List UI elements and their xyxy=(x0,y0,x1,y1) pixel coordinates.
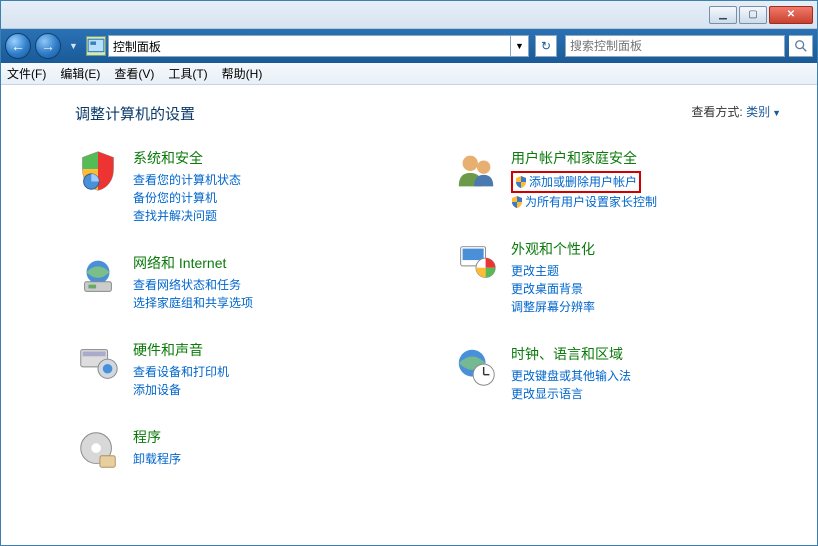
cat-link[interactable]: 添加设备 xyxy=(133,381,229,399)
network-icon xyxy=(75,253,121,299)
address-input[interactable] xyxy=(108,35,511,57)
highlighted-link: 添加或删除用户帐户 xyxy=(511,171,641,193)
shield-icon xyxy=(515,176,527,188)
category-title[interactable]: 用户帐户和家庭安全 xyxy=(511,148,657,168)
minimize-button[interactable] xyxy=(709,6,737,24)
search-button[interactable] xyxy=(789,35,813,57)
category-clock: 时钟、语言和区域 更改键盘或其他输入法 更改显示语言 xyxy=(453,344,791,403)
clock-icon xyxy=(453,344,499,390)
back-button[interactable]: ← xyxy=(5,33,31,59)
cat-link[interactable]: 查找并解决问题 xyxy=(133,207,241,225)
appearance-icon xyxy=(453,239,499,285)
category-title[interactable]: 外观和个性化 xyxy=(511,239,595,259)
category-title[interactable]: 网络和 Internet xyxy=(133,253,253,273)
cat-link[interactable]: 为所有用户设置家长控制 xyxy=(511,193,657,211)
address-bar: ▼ xyxy=(86,34,529,58)
view-mode: 查看方式: 类别▼ xyxy=(691,103,781,120)
cat-link[interactable]: 调整屏幕分辨率 xyxy=(511,298,595,316)
cat-link[interactable]: 更改键盘或其他输入法 xyxy=(511,367,631,385)
cat-link[interactable]: 选择家庭组和共享选项 xyxy=(133,294,253,312)
nav-bar: ← → ▼ ▼ ↻ xyxy=(1,29,817,63)
category-appearance: 外观和个性化 更改主题 更改桌面背景 调整屏幕分辨率 xyxy=(453,239,791,316)
maximize-button[interactable] xyxy=(739,6,767,24)
category-title[interactable]: 程序 xyxy=(133,427,181,447)
category-title[interactable]: 系统和安全 xyxy=(133,148,241,168)
content-pane: 调整计算机的设置 查看方式: 类别▼ 系统和安全 查看您的计算机状态 备份您的计… xyxy=(1,85,817,545)
shield-icon xyxy=(511,195,523,207)
control-panel-icon xyxy=(86,36,106,56)
category-system: 系统和安全 查看您的计算机状态 备份您的计算机 查找并解决问题 xyxy=(75,148,413,225)
view-mode-label: 查看方式: xyxy=(691,105,742,119)
menu-file[interactable]: 文件(F) xyxy=(7,65,46,82)
category-title[interactable]: 硬件和声音 xyxy=(133,340,229,360)
cat-link[interactable]: 查看设备和打印机 xyxy=(133,363,229,381)
forward-button[interactable]: → xyxy=(35,33,61,59)
menu-tools[interactable]: 工具(T) xyxy=(168,65,207,82)
cat-link[interactable]: 备份您的计算机 xyxy=(133,189,241,207)
history-dropdown-icon[interactable]: ▼ xyxy=(69,41,78,51)
cat-link[interactable]: 查看您的计算机状态 xyxy=(133,171,241,189)
cat-link[interactable]: 更改显示语言 xyxy=(511,385,631,403)
right-column: 用户帐户和家庭安全 添加或删除用户帐户 为所有用户设置家长控制 外观和个性化 更… xyxy=(453,148,791,501)
cat-link[interactable]: 更改桌面背景 xyxy=(511,280,595,298)
menu-help[interactable]: 帮助(H) xyxy=(222,65,263,82)
menu-edit[interactable]: 编辑(E) xyxy=(60,65,100,82)
programs-icon xyxy=(75,427,121,473)
cat-link[interactable]: 查看网络状态和任务 xyxy=(133,276,253,294)
search-input[interactable] xyxy=(565,35,785,57)
cat-link-add-remove-users[interactable]: 添加或删除用户帐户 xyxy=(529,175,637,189)
users-icon xyxy=(453,148,499,194)
left-column: 系统和安全 查看您的计算机状态 备份您的计算机 查找并解决问题 网络和 Inte… xyxy=(75,148,413,501)
cat-link[interactable]: 更改主题 xyxy=(511,262,595,280)
category-network: 网络和 Internet 查看网络状态和任务 选择家庭组和共享选项 xyxy=(75,253,413,312)
menu-view[interactable]: 查看(V) xyxy=(114,65,154,82)
address-dropdown[interactable]: ▼ xyxy=(511,35,529,57)
refresh-button[interactable]: ↻ xyxy=(535,35,557,57)
window-titlebar xyxy=(1,1,817,29)
page-title: 调整计算机的设置 xyxy=(75,103,791,124)
category-hardware: 硬件和声音 查看设备和打印机 添加设备 xyxy=(75,340,413,399)
category-users: 用户帐户和家庭安全 添加或删除用户帐户 为所有用户设置家长控制 xyxy=(453,148,791,211)
view-mode-value[interactable]: 类别▼ xyxy=(746,105,781,119)
menu-bar: 文件(F) 编辑(E) 查看(V) 工具(T) 帮助(H) xyxy=(1,63,817,85)
category-programs: 程序 卸载程序 xyxy=(75,427,413,473)
hardware-icon xyxy=(75,340,121,386)
close-button[interactable] xyxy=(769,6,813,24)
cat-link[interactable]: 卸载程序 xyxy=(133,450,181,468)
category-title[interactable]: 时钟、语言和区域 xyxy=(511,344,631,364)
system-security-icon xyxy=(75,148,121,194)
